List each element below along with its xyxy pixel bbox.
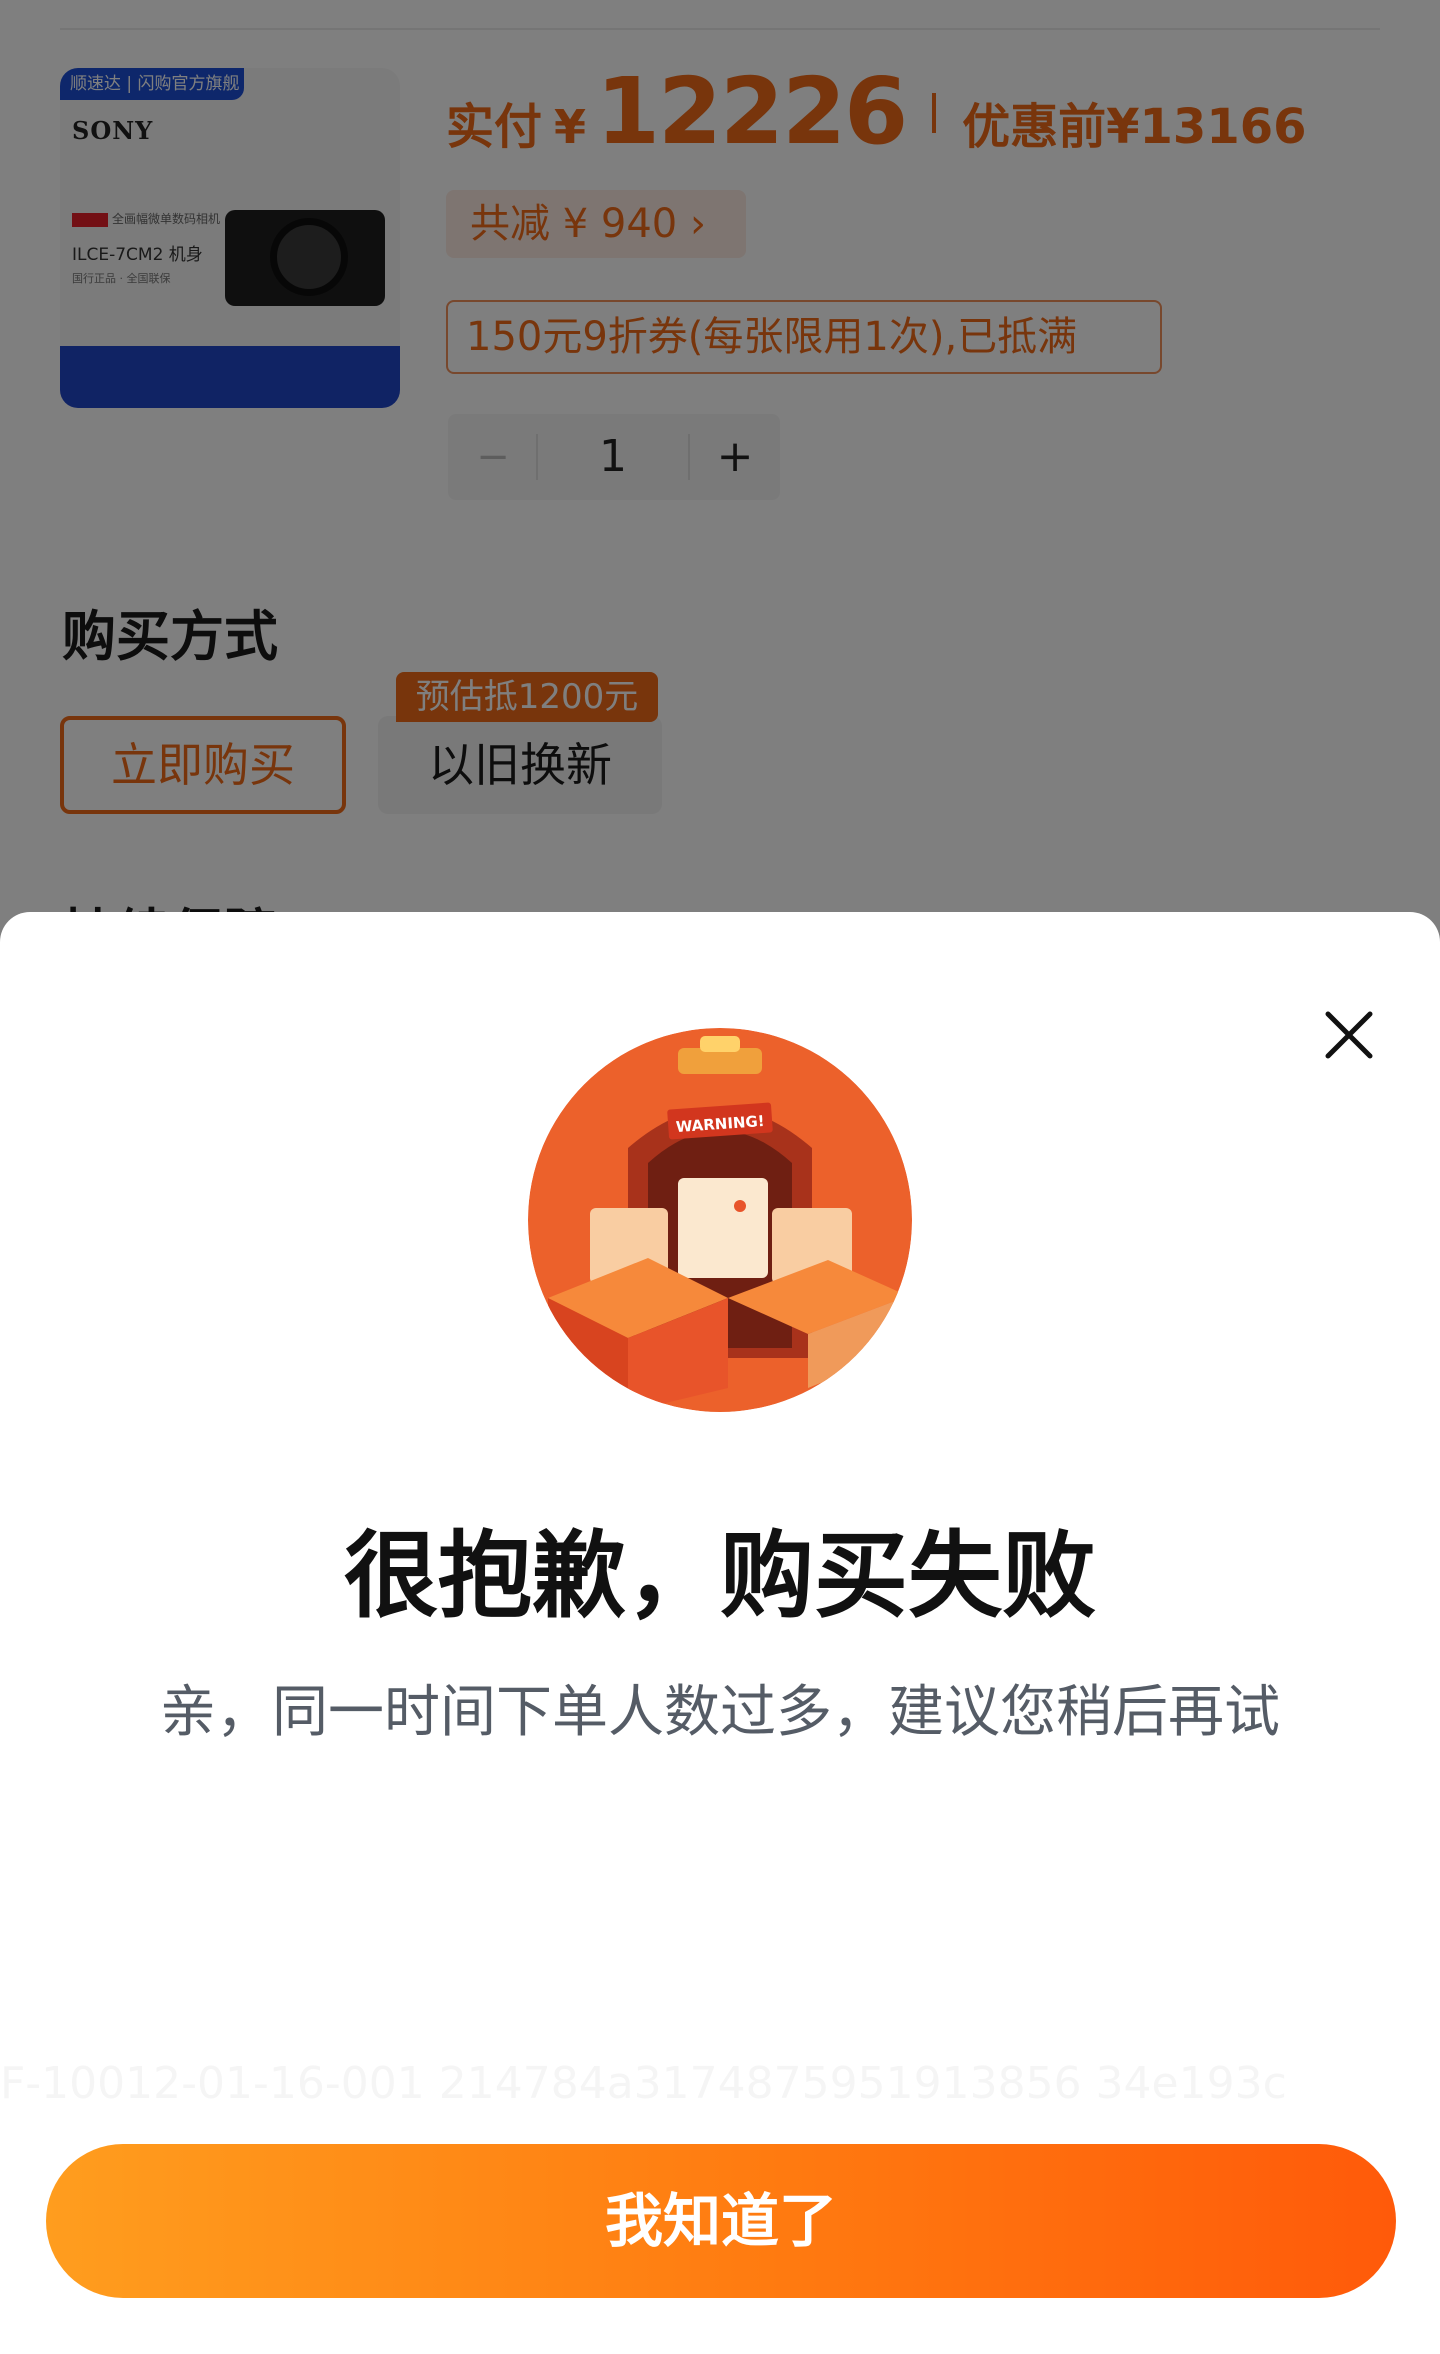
error-message: 亲，同一时间下单人数过多，建议您稍后再试 xyxy=(160,1680,1280,1745)
trace-id: F-10012-01-16-001 214784a317487595191385… xyxy=(0,2058,1287,2109)
error-title: 很抱歉，购买失败 xyxy=(343,1522,1096,1631)
close-icon[interactable] xyxy=(1316,1002,1382,1068)
warning-truck-illustration: WARNING! xyxy=(528,1028,912,1412)
confirm-button[interactable]: 我知道了 xyxy=(46,2144,1396,2298)
